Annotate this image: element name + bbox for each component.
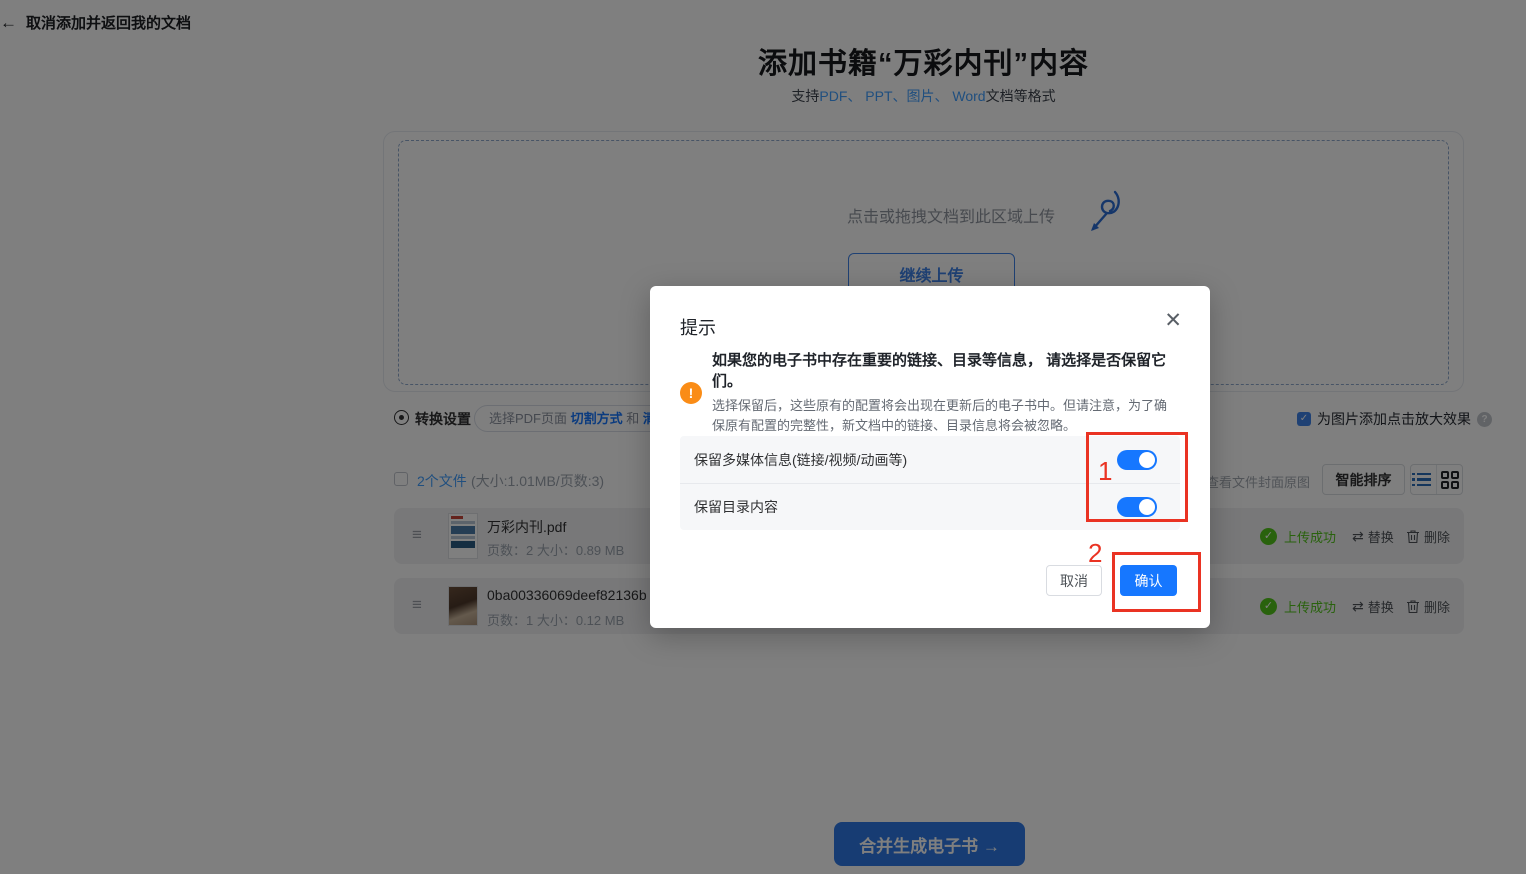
annotation-step-2: 2: [1088, 538, 1102, 569]
warning-texts: 如果您的电子书中存在重要的链接、目录等信息， 请选择是否保留它们。 选择保留后，…: [712, 350, 1178, 436]
warning-paragraph: 选择保留后，这些原有的配置将会出现在更新后的电子书中。但请注意，为了确保原有配置…: [712, 396, 1178, 436]
cancel-button[interactable]: 取消: [1046, 565, 1102, 596]
dialog-title: 提示: [680, 314, 716, 340]
page: ← 取消添加并返回我的文档 添加书籍“万彩内刊”内容 支持PDF、 PPT、图片…: [0, 0, 1526, 874]
annotation-box-confirm: [1112, 552, 1201, 612]
warning-block: ! 如果您的电子书中存在重要的链接、目录等信息， 请选择是否保留它们。 选择保留…: [680, 350, 1178, 436]
warning-icon: !: [680, 382, 702, 404]
keep-multimedia-label: 保留多媒体信息(链接/视频/动画等): [694, 450, 907, 470]
warning-bold-text: 如果您的电子书中存在重要的链接、目录等信息， 请选择是否保留它们。: [712, 350, 1178, 392]
keep-toc-label: 保留目录内容: [694, 497, 778, 517]
annotation-step-1: 1: [1098, 456, 1112, 487]
close-icon[interactable]: ✕: [1164, 310, 1182, 331]
